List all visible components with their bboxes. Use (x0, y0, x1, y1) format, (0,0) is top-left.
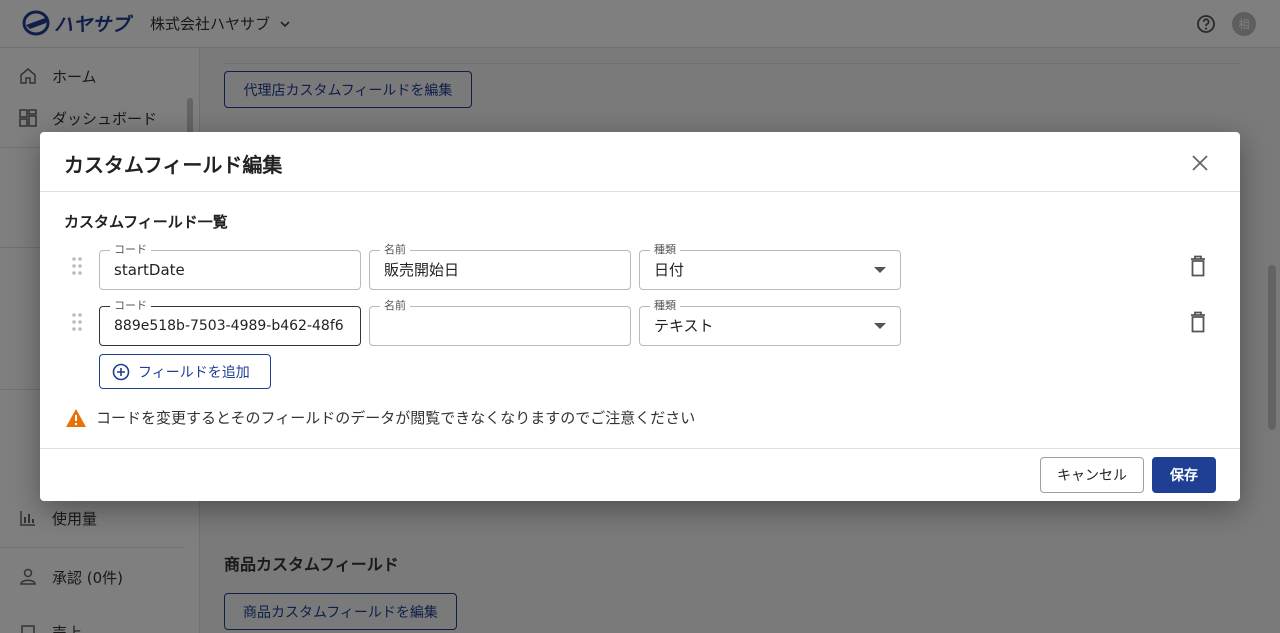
delete-icon[interactable] (1188, 310, 1208, 334)
add-circle-icon (112, 363, 130, 380)
custom-field-dialog: カスタムフィールド編集 カスタムフィールド一覧 コード startDate 名前… (40, 132, 1240, 501)
close-button[interactable] (1189, 152, 1211, 174)
delete-icon[interactable] (1188, 254, 1208, 278)
type-select[interactable]: 種類 日付 (639, 243, 901, 290)
dialog-title: カスタムフィールド編集 (64, 153, 283, 177)
field-list-title: カスタムフィールド一覧 (64, 213, 228, 231)
save-button[interactable]: 保存 (1152, 457, 1216, 493)
name-value (384, 307, 622, 345)
add-field-button[interactable]: フィールドを追加 (99, 354, 271, 389)
code-field[interactable]: コード 889e518b-7503-4989-b462-48f6 (99, 299, 361, 346)
cancel-button[interactable]: キャンセル (1040, 457, 1144, 493)
code-field[interactable]: コード startDate (99, 243, 361, 290)
dropdown-arrow-icon (874, 267, 886, 273)
code-value: startDate (114, 261, 185, 279)
dropdown-arrow-icon (874, 323, 886, 329)
type-value: 日付 (654, 261, 685, 279)
warning-text: コードを変更するとそのフィールドのデータが閲覧できなくなりますのでご注意ください (96, 409, 696, 427)
name-field[interactable]: 名前 (369, 299, 631, 346)
drag-handle-icon[interactable] (71, 256, 83, 276)
type-value: テキスト (654, 317, 714, 335)
warning-message: コードを変更するとそのフィールドのデータが閲覧できなくなりますのでご注意ください (65, 407, 695, 428)
code-value: 889e518b-7503-4989-b462-48f6 (114, 318, 344, 334)
warning-icon (66, 408, 86, 427)
dialog-divider (40, 191, 1240, 192)
add-field-label: フィールドを追加 (138, 364, 250, 381)
close-icon (1192, 155, 1208, 171)
name-value: 販売開始日 (384, 261, 460, 279)
type-select[interactable]: 種類 テキスト (639, 299, 901, 346)
name-field[interactable]: 名前 販売開始日 (369, 243, 631, 290)
drag-handle-icon[interactable] (71, 312, 83, 332)
dialog-divider (40, 448, 1240, 449)
